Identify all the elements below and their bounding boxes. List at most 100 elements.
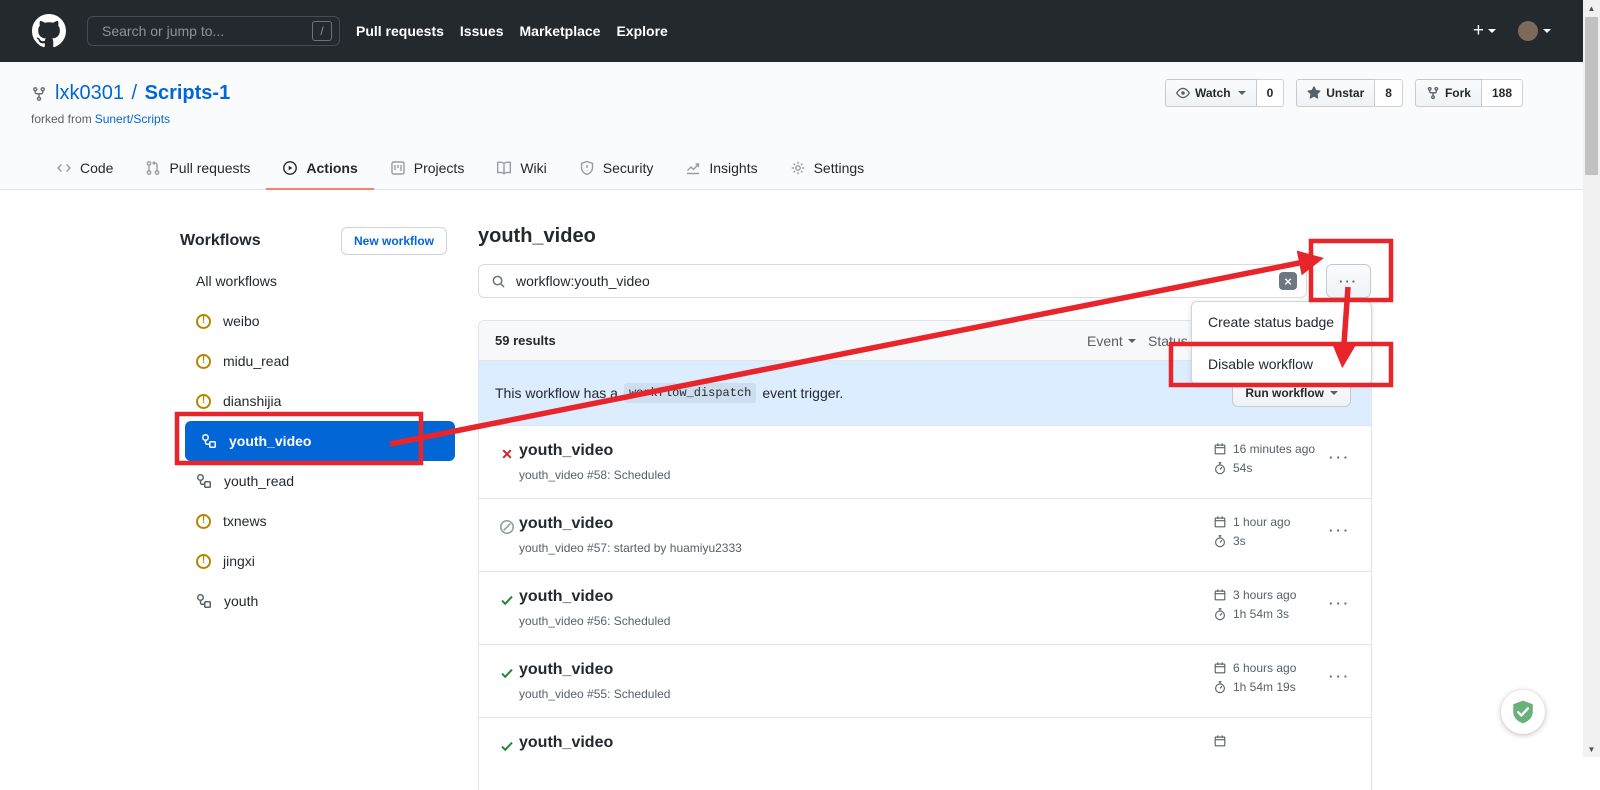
scrollbar-thumb[interactable] xyxy=(1585,17,1598,175)
sidebar-item-all-workflows[interactable]: All workflows xyxy=(180,261,455,301)
run-options-button[interactable]: ··· xyxy=(1329,596,1351,611)
sidebar-item-youth[interactable]: youth xyxy=(180,581,455,621)
run-meta: 6 hours ago 1h 54m 19s xyxy=(1213,658,1296,696)
watch-count[interactable]: 0 xyxy=(1257,79,1285,107)
create-new-button[interactable]: + xyxy=(1473,20,1496,42)
tab-insights[interactable]: Insights xyxy=(669,147,773,190)
run-meta: 1 hour ago 3s xyxy=(1213,512,1290,550)
new-workflow-button[interactable]: New workflow xyxy=(341,227,447,255)
banner-text: This workflow has a workflow_dispatch ev… xyxy=(495,383,843,403)
project-icon xyxy=(390,160,406,176)
star-count[interactable]: 8 xyxy=(1375,79,1403,107)
run-title-link[interactable]: youth_video xyxy=(519,661,613,679)
calendar-icon xyxy=(1213,442,1227,456)
tab-security[interactable]: Security xyxy=(563,147,670,190)
scrollbar[interactable]: ▲ ▼ xyxy=(1583,0,1600,757)
pull-request-icon xyxy=(145,160,161,176)
tab-actions[interactable]: Actions xyxy=(266,147,373,190)
forked-from: forked fromSunert/Scripts xyxy=(31,112,170,126)
sidebar-item-dianshijia[interactable]: ! dianshijia xyxy=(180,381,455,421)
run-options-button[interactable]: ··· xyxy=(1329,669,1351,684)
run-row: youth_video youth_video #55: Scheduled 6… xyxy=(479,644,1371,717)
nav-marketplace[interactable]: Marketplace xyxy=(520,23,601,39)
fork-count[interactable]: 188 xyxy=(1482,79,1523,107)
menu-item-create-status-badge[interactable]: Create status badge xyxy=(1192,302,1371,343)
unstar-button[interactable]: Unstar xyxy=(1296,79,1375,107)
repo-owner-link[interactable]: lxk0301 xyxy=(55,82,124,104)
repo-title: lxk0301 / Scripts-1 xyxy=(31,82,230,105)
header-search: / xyxy=(87,16,340,46)
sidebar-title: Workflows xyxy=(180,232,261,250)
repo-forked-icon xyxy=(31,86,47,102)
run-row: youth_video youth_video #56: Scheduled 3… xyxy=(479,571,1371,644)
run-subtitle: youth_video #55: Scheduled xyxy=(519,687,670,701)
warning-icon: ! xyxy=(196,314,211,329)
code-span: workflow_dispatch xyxy=(624,383,756,403)
run-title-link[interactable]: youth_video xyxy=(519,515,613,533)
event-filter[interactable]: Event xyxy=(1087,333,1136,349)
play-circle-icon xyxy=(282,160,298,176)
run-title-link[interactable]: youth_video xyxy=(519,734,613,752)
warning-icon: ! xyxy=(196,354,211,369)
workflow-icon xyxy=(201,433,217,449)
calendar-icon xyxy=(1213,588,1227,602)
repo-separator: / xyxy=(126,82,143,104)
close-icon: × xyxy=(1284,275,1292,288)
header-nav: Pull requests Issues Marketplace Explore xyxy=(356,23,668,39)
code-icon xyxy=(56,160,72,176)
tab-projects[interactable]: Projects xyxy=(374,147,481,190)
run-options-button[interactable]: ··· xyxy=(1329,523,1351,538)
repo-name-link[interactable]: Scripts-1 xyxy=(145,82,231,104)
nav-explore[interactable]: Explore xyxy=(616,23,667,39)
watch-button[interactable]: Watch xyxy=(1165,79,1257,107)
gear-icon xyxy=(790,160,806,176)
calendar-icon xyxy=(1213,734,1227,748)
sidebar-item-midu-read[interactable]: ! midu_read xyxy=(180,341,455,381)
workflow-options-button[interactable]: ··· xyxy=(1326,264,1371,298)
fork-group: Fork 188 xyxy=(1415,79,1523,107)
chevron-down-icon xyxy=(1238,91,1246,95)
chevron-down-icon xyxy=(1128,339,1136,343)
run-meta: 16 minutes ago 54s xyxy=(1213,439,1315,477)
results-count: 59 results xyxy=(495,333,556,348)
run-options-button[interactable]: ··· xyxy=(1329,450,1351,465)
chevron-down-icon xyxy=(1488,29,1496,33)
stopwatch-icon xyxy=(1213,607,1227,621)
sidebar-item-youth-read[interactable]: youth_read xyxy=(180,461,455,501)
scroll-up-arrow[interactable]: ▲ xyxy=(1583,0,1600,16)
status-success-icon xyxy=(499,665,515,681)
tab-code[interactable]: Code xyxy=(40,147,129,190)
adguard-assistant-button[interactable] xyxy=(1501,690,1545,734)
forked-repo-link[interactable]: Sunert/Scripts xyxy=(95,112,170,126)
sidebar-item-jingxi[interactable]: ! jingxi xyxy=(180,541,455,581)
tab-settings[interactable]: Settings xyxy=(774,147,881,190)
repo-tabs: Code Pull requests Actions Projects Wiki… xyxy=(40,147,880,190)
status-cancelled-icon xyxy=(499,519,515,535)
user-menu-button[interactable] xyxy=(1518,21,1551,41)
slash-key-hint: / xyxy=(312,21,332,41)
header-search-input[interactable] xyxy=(100,22,312,40)
workflow-search: × xyxy=(478,264,1307,298)
github-header: / Pull requests Issues Marketplace Explo… xyxy=(0,0,1583,62)
nav-pull-requests[interactable]: Pull requests xyxy=(356,23,444,39)
run-title-link[interactable]: youth_video xyxy=(519,588,613,606)
sidebar-item-youth-video[interactable]: youth_video xyxy=(185,421,455,461)
sidebar-item-txnews[interactable]: ! txnews xyxy=(180,501,455,541)
sidebar-header: Workflows New workflow xyxy=(180,227,455,255)
run-title-link[interactable]: youth_video xyxy=(519,442,613,460)
fork-button[interactable]: Fork xyxy=(1415,79,1482,107)
status-success-icon xyxy=(499,738,515,754)
tab-pull-requests[interactable]: Pull requests xyxy=(129,147,266,190)
scroll-down-arrow[interactable]: ▼ xyxy=(1583,741,1600,757)
book-icon xyxy=(496,160,512,176)
tab-wiki[interactable]: Wiki xyxy=(480,147,562,190)
workflow-search-input[interactable] xyxy=(514,272,1279,290)
run-meta: 3 hours ago 1h 54m 3s xyxy=(1213,585,1296,623)
sidebar-item-weibo[interactable]: ! weibo xyxy=(180,301,455,341)
menu-item-disable-workflow[interactable]: Disable workflow xyxy=(1192,343,1371,384)
workflow-search-row: × ··· xyxy=(478,264,1372,298)
eye-icon xyxy=(1176,86,1190,100)
github-logo-icon[interactable] xyxy=(32,14,66,48)
clear-search-button[interactable]: × xyxy=(1279,272,1297,290)
nav-issues[interactable]: Issues xyxy=(460,23,504,39)
